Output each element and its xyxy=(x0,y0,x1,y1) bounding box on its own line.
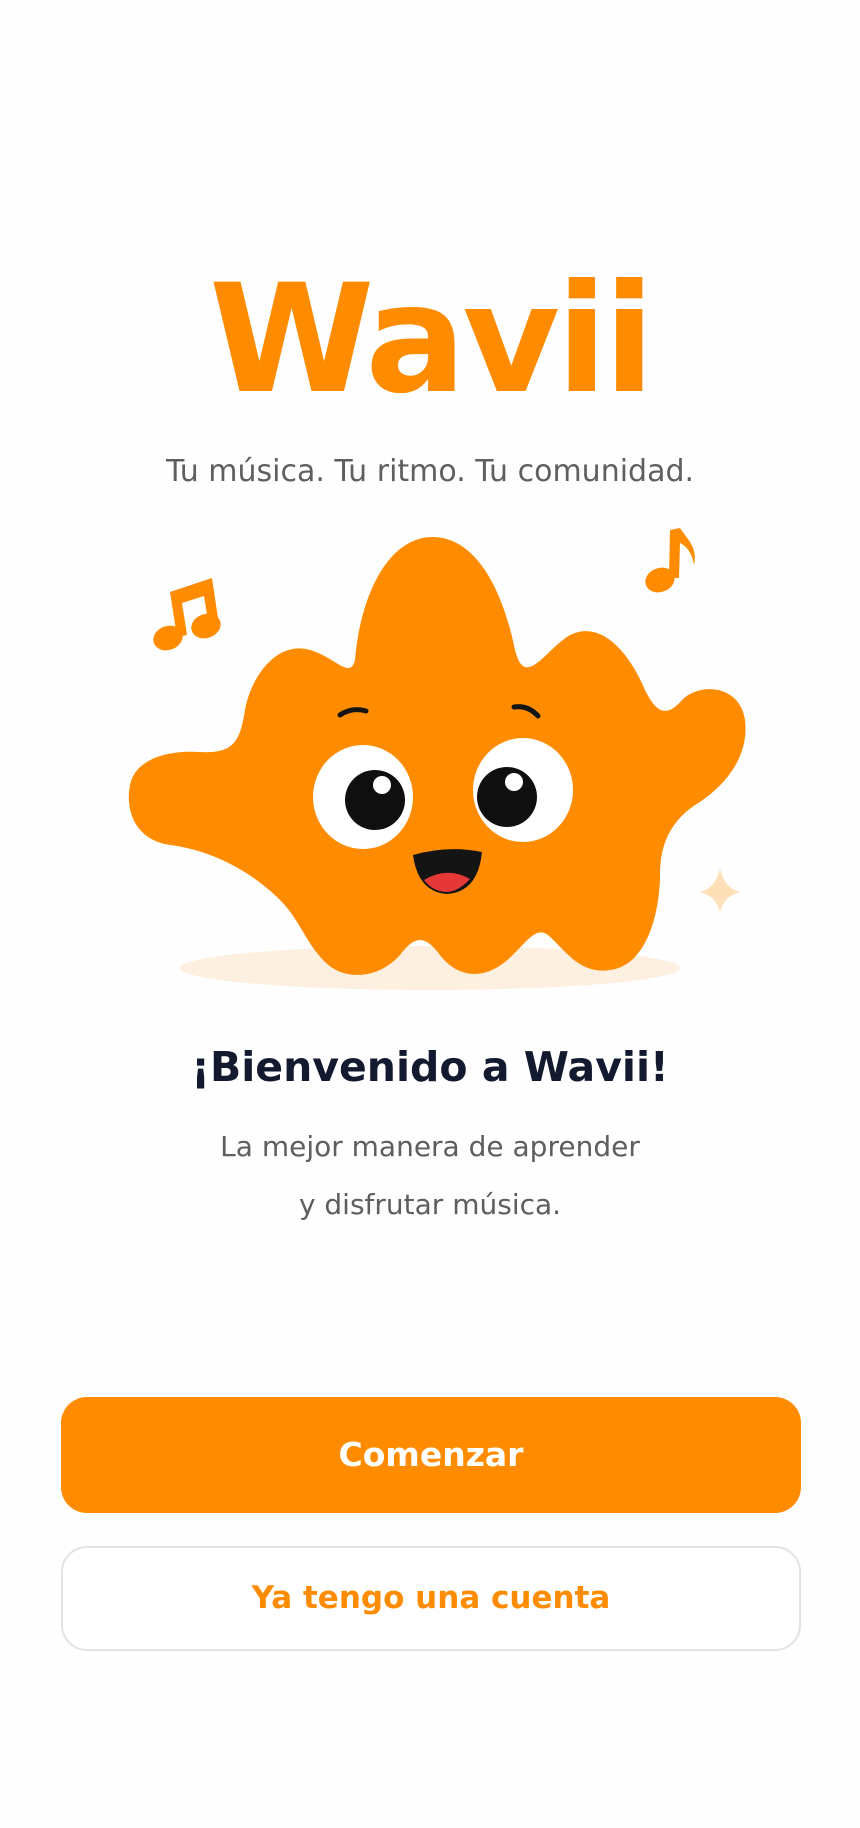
sparkle-icon xyxy=(700,868,740,912)
welcome-description-line: y disfrutar música. xyxy=(298,1188,562,1221)
mascot-illustration xyxy=(128,528,746,990)
music-note-icon xyxy=(153,578,221,651)
welcome-title: ¡Bienvenido a Wavii! xyxy=(191,1043,669,1091)
music-note-icon xyxy=(645,528,695,593)
welcome-description: La mejor manera de aprender y disfrutar … xyxy=(0,1118,860,1234)
mascot-body xyxy=(128,536,746,975)
app-tagline: Tu música. Tu ritmo. Tu comunidad. xyxy=(165,454,695,489)
login-button[interactable]: Ya tengo una cuenta xyxy=(61,1546,801,1651)
welcome-description-line: La mejor manera de aprender xyxy=(220,1130,640,1163)
welcome-screen: Wavii Tu música. Tu ritmo. Tu comunidad. xyxy=(0,0,860,1828)
app-logo: Wavii xyxy=(209,253,655,427)
start-button[interactable]: Comenzar xyxy=(61,1397,801,1513)
